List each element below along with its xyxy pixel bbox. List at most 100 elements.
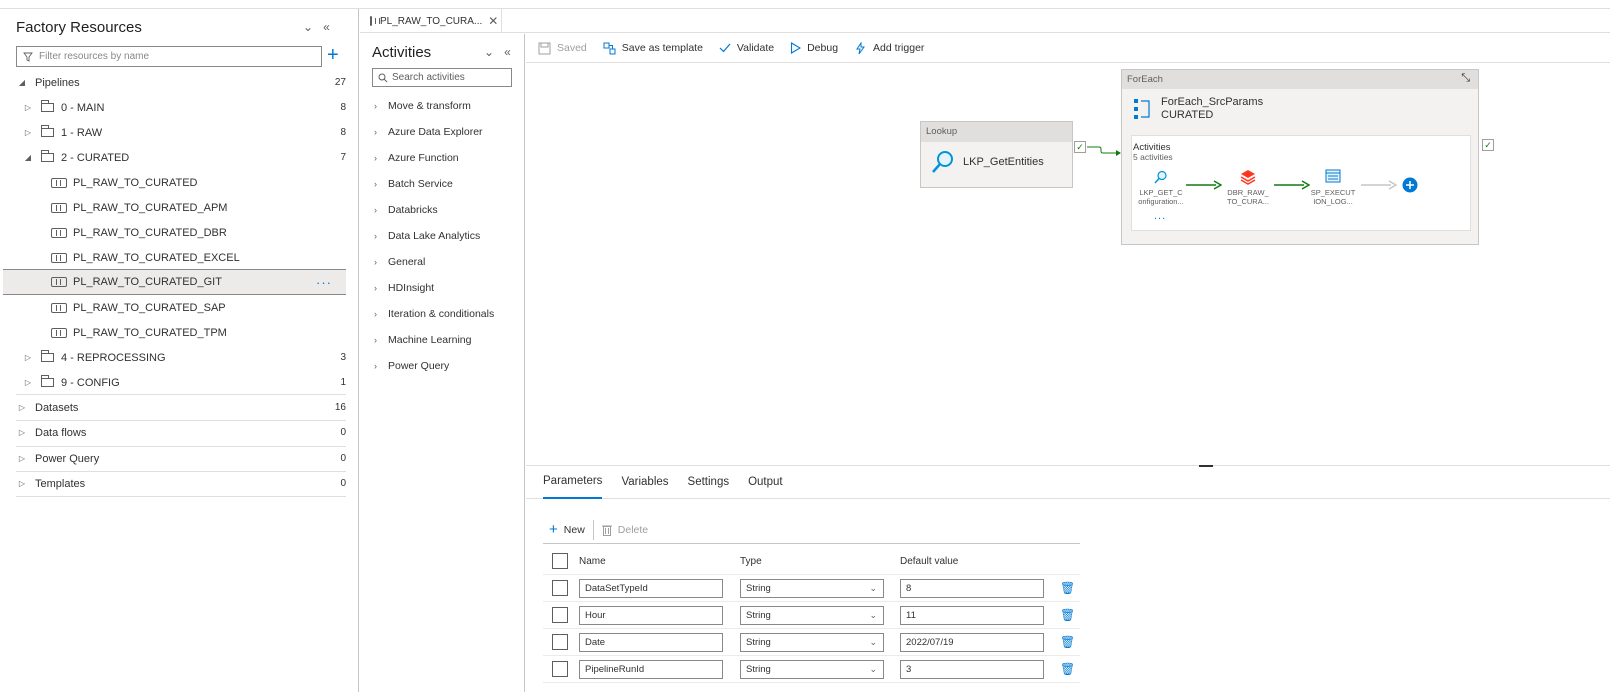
param-name-input[interactable] [579, 578, 723, 598]
collapse-panel-icon[interactable]: « [504, 45, 511, 59]
param-type-select[interactable]: String ⌄ [740, 578, 884, 598]
collapse-all-icon[interactable]: ⌄ [303, 20, 313, 34]
delete-row-icon[interactable]: 🗑 [1060, 581, 1075, 595]
filter-input[interactable] [39, 51, 321, 62]
tree-folder-raw[interactable]: ▷ 1 - RAW 8 [3, 120, 346, 145]
tree-pipeline-item-selected[interactable]: PL_RAW_TO_CURATED_GIT ··· [3, 269, 346, 295]
more-actions-icon[interactable]: ··· [316, 275, 332, 290]
select-all-checkbox[interactable] [552, 553, 568, 569]
tree-datasets[interactable]: ▷ Datasets 16 [3, 395, 346, 420]
new-parameter-button[interactable]: + New [543, 520, 593, 540]
tree-pipeline-item[interactable]: PL_RAW_TO_CURATED_DBR [3, 220, 346, 245]
table-row: String ⌄ 🗑 [543, 629, 1080, 656]
activity-category[interactable]: › Azure Data Explorer [374, 123, 483, 141]
validate-button[interactable]: Validate [719, 42, 774, 54]
activity-category[interactable]: › HDInsight [374, 279, 434, 297]
activity-category[interactable]: › Databricks [374, 201, 438, 219]
more-activities-icon[interactable]: ... [1154, 210, 1166, 222]
save-as-template-button[interactable]: Save as template [603, 42, 703, 55]
activity-category[interactable]: › General [374, 253, 425, 271]
expand-triangle-icon[interactable]: ▷ [23, 353, 33, 362]
close-icon[interactable]: ✕ [488, 14, 498, 28]
collapse-triangle-icon[interactable]: ◢ [23, 153, 33, 162]
expand-triangle-icon[interactable]: ▷ [17, 454, 27, 463]
foreach-activity[interactable]: ForEach ⤡ ForEach_SrcParams CURATED Acti… [1121, 69, 1479, 245]
pipeline-canvas[interactable]: Lookup LKP_GetEntities ✓ ForEach ⤡ ForEa… [526, 63, 1610, 465]
tree-folder-reprocessing[interactable]: ▷ 4 - REPROCESSING 3 [3, 345, 346, 370]
expand-triangle-icon[interactable]: ▷ [17, 428, 27, 437]
tree-pipelines[interactable]: ◢ Pipelines 27 [3, 70, 346, 95]
tab-output[interactable]: Output [748, 466, 783, 499]
param-default-input[interactable] [900, 632, 1044, 652]
param-type-select[interactable]: String ⌄ [740, 632, 884, 652]
tree-folder-main[interactable]: ▷ 0 - MAIN 8 [3, 95, 346, 120]
success-checkbox-icon[interactable]: ✓ [1074, 141, 1086, 153]
tree-data-flows[interactable]: ▷ Data flows 0 [3, 420, 346, 445]
chevron-right-icon: › [374, 309, 377, 319]
add-trigger-button[interactable]: Add trigger [854, 41, 924, 55]
node-line: ION_LOG... [1313, 197, 1353, 206]
tree-pipeline-item[interactable]: PL_RAW_TO_CURATED_EXCEL [3, 245, 346, 270]
param-default-input[interactable] [900, 659, 1044, 679]
row-checkbox[interactable] [552, 661, 568, 677]
delete-row-icon[interactable]: 🗑 [1060, 662, 1075, 676]
tree-pipeline-item[interactable]: PL_RAW_TO_CURATED [3, 170, 346, 195]
lookup-icon [932, 151, 953, 173]
param-name-input[interactable] [579, 659, 723, 679]
add-resource-icon[interactable]: + [327, 45, 339, 65]
tree-pipeline-item[interactable]: PL_RAW_TO_CURATED_SAP [3, 295, 346, 320]
expand-triangle-icon[interactable]: ▷ [17, 403, 27, 412]
foreach-inner-activities[interactable]: Activities 5 activities LKP_GET_C onfigur… [1131, 135, 1471, 231]
row-checkbox[interactable] [552, 607, 568, 623]
expand-triangle-icon[interactable]: ▷ [17, 479, 27, 488]
expand-triangle-icon[interactable]: ▷ [23, 103, 33, 112]
activity-category[interactable]: › Iteration & conditionals [374, 305, 494, 323]
factory-header-actions: ⌄ « [303, 20, 330, 34]
stored-procedure-icon [1325, 169, 1341, 183]
collapse-triangle-icon[interactable]: ◢ [17, 78, 27, 87]
activity-category[interactable]: › Data Lake Analytics [374, 227, 480, 245]
param-default-input[interactable] [900, 578, 1044, 598]
param-name-input[interactable] [579, 605, 723, 625]
tree-templates[interactable]: ▷ Templates 0 [3, 471, 346, 496]
row-checkbox[interactable] [552, 634, 568, 650]
delete-row-icon[interactable]: 🗑 [1060, 608, 1075, 622]
param-name-input[interactable] [579, 632, 723, 652]
tab-variables[interactable]: Variables [621, 466, 668, 499]
add-activity-icon[interactable] [1402, 177, 1418, 193]
collapse-icon[interactable]: ⤡ [1461, 72, 1470, 85]
collapse-panel-icon[interactable]: « [323, 20, 330, 34]
chevron-right-icon: › [374, 283, 377, 293]
saved-button[interactable]: Saved [538, 42, 587, 55]
tab-settings[interactable]: Settings [688, 466, 730, 499]
search-icon [378, 73, 388, 82]
activity-category[interactable]: › Batch Service [374, 175, 453, 193]
tree-folder-config[interactable]: ▷ 9 - CONFIG 1 [3, 370, 346, 395]
delete-row-icon[interactable]: 🗑 [1060, 635, 1075, 649]
activities-search-input[interactable] [392, 72, 502, 83]
expand-triangle-icon[interactable]: ▷ [23, 128, 33, 137]
row-checkbox[interactable] [552, 580, 568, 596]
param-type-select[interactable]: String ⌄ [740, 659, 884, 679]
collapse-all-icon[interactable]: ⌄ [484, 45, 494, 59]
expand-triangle-icon[interactable]: ▷ [23, 378, 33, 387]
connector-arrow-icon [1361, 180, 1397, 190]
tree-pipeline-item[interactable]: PL_RAW_TO_CURATED_APM [3, 195, 346, 220]
tree-folder-curated[interactable]: ◢ 2 - CURATED 7 [3, 145, 346, 170]
tree-power-query[interactable]: ▷ Power Query 0 [3, 446, 346, 471]
delete-parameter-button[interactable]: Delete [594, 520, 656, 540]
validate-label: Validate [736, 42, 775, 54]
tab-pipeline[interactable]: PL_RAW_TO_CURA... ✕ [360, 9, 502, 33]
activity-category[interactable]: › Azure Function [374, 149, 459, 167]
param-type-select[interactable]: String ⌄ [740, 605, 884, 625]
activity-category[interactable]: › Move & transform [374, 97, 471, 115]
tree-pipeline-item[interactable]: PL_RAW_TO_CURATED_TPM [3, 320, 346, 345]
tab-parameters[interactable]: Parameters [543, 466, 603, 499]
success-checkbox-icon[interactable]: ✓ [1482, 139, 1494, 151]
lookup-activity[interactable]: Lookup LKP_GetEntities [920, 121, 1073, 188]
tree-label: Templates [35, 477, 86, 490]
debug-button[interactable]: Debug [790, 42, 838, 54]
param-default-input[interactable] [900, 605, 1044, 625]
activity-category[interactable]: › Machine Learning [374, 331, 471, 349]
activity-category[interactable]: › Power Query [374, 357, 449, 375]
